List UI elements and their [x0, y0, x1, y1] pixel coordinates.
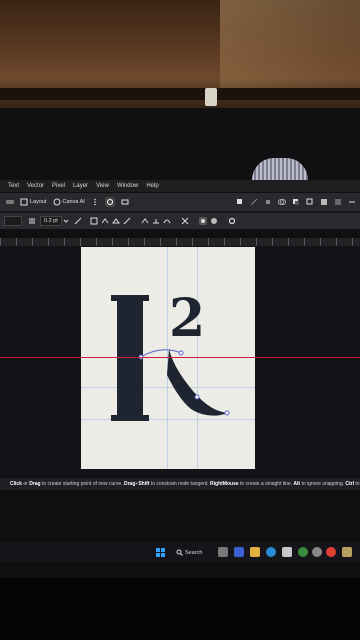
insert-button[interactable]	[264, 198, 272, 206]
canva-ai-label: Canva AI	[62, 199, 85, 205]
polygon-mode-icon[interactable]	[111, 217, 120, 225]
menu-item-text[interactable]: Text	[8, 183, 19, 189]
persona-icon	[6, 200, 14, 204]
store-icon[interactable]	[282, 547, 292, 557]
status-text-part: to constrain node tangent.	[149, 481, 211, 487]
app-icon[interactable]	[298, 547, 308, 557]
fill-swatch[interactable]	[4, 216, 22, 226]
status-text-part: to create starting point of new curve.	[40, 481, 124, 487]
boolean-add-button[interactable]	[278, 198, 286, 206]
menu-item-window[interactable]: Window	[117, 183, 138, 189]
share-icon	[121, 199, 129, 205]
canva-ai-icon	[53, 198, 61, 206]
layout-label: Layout	[30, 199, 47, 205]
main-toolbar: Layout Canva AI	[0, 193, 360, 211]
share-button[interactable]	[121, 198, 129, 206]
status-text-part: Drag	[29, 481, 41, 487]
transform-icon	[250, 198, 258, 206]
wall-device	[205, 88, 217, 106]
align-icon	[335, 199, 341, 205]
pen-mode-icon[interactable]	[90, 217, 98, 225]
superscript-two[interactable]: 2	[169, 293, 205, 345]
layout-icon	[20, 198, 28, 206]
chevron-down-icon[interactable]	[62, 217, 70, 225]
status-text-part: Ctrl	[345, 481, 355, 487]
artboard[interactable]: 2	[81, 247, 255, 469]
stroke-lines-icon	[29, 218, 35, 224]
menu-item-vector[interactable]: Vector	[27, 183, 44, 189]
shelf	[0, 88, 360, 100]
status-text-part: to create a straight line.	[238, 481, 294, 487]
canva-ai-button[interactable]: Canva AI	[53, 198, 85, 206]
pen-style-icon[interactable]	[74, 217, 82, 225]
horizontal-guide[interactable]	[0, 357, 360, 358]
menu-item-help[interactable]: Help	[146, 183, 158, 189]
boolean-divide-button[interactable]	[320, 198, 328, 206]
more-menu-button[interactable]	[91, 198, 99, 206]
status-text-part: to ignore snapping.	[300, 481, 346, 487]
arrange-icon	[237, 199, 242, 204]
snapping-icon[interactable]	[198, 217, 207, 225]
transform-button[interactable]	[250, 198, 258, 206]
search-icon	[176, 549, 183, 556]
wall-light	[220, 0, 360, 90]
more-vertical-icon	[94, 198, 96, 206]
chat-app-icon[interactable]	[234, 547, 244, 557]
horizontal-ruler[interactable]	[0, 238, 360, 246]
chrome-icon[interactable]	[326, 547, 336, 557]
layout-button[interactable]: Layout	[20, 198, 47, 206]
sharp-node-icon[interactable]	[141, 217, 149, 225]
stroke-width-field[interactable]: 0.2 pt	[40, 216, 62, 226]
status-text-part: to sna	[355, 481, 360, 487]
menu-item-view[interactable]: View	[96, 183, 109, 189]
app-icon[interactable]	[312, 547, 322, 557]
smart-node-icon[interactable]	[163, 217, 171, 225]
status-text-part: Click	[10, 481, 22, 487]
snapping-options-icon[interactable]	[210, 217, 218, 225]
status-text-part: Shift	[138, 481, 150, 487]
menu-item-pixel[interactable]: Pixel	[52, 183, 65, 189]
persona-button[interactable]	[6, 198, 14, 206]
context-toolbar: 0.2 pt	[0, 212, 360, 229]
windows-start-icon[interactable]	[156, 548, 165, 557]
menu-item-layer[interactable]: Layer	[73, 183, 88, 189]
menu-bar: Text Vector Pixel Layer View Window Help	[0, 180, 360, 192]
smart-mode-icon[interactable]	[101, 217, 109, 225]
smooth-node-icon[interactable]	[152, 217, 160, 225]
task-view-icon[interactable]	[218, 547, 228, 557]
boolean-subtract-icon	[293, 199, 299, 205]
status-text-part: Drag	[123, 481, 136, 487]
taskbar-search[interactable]: Search	[176, 547, 202, 558]
boolean-intersect-button[interactable]	[306, 198, 314, 206]
line-mode-icon[interactable]	[123, 217, 131, 225]
panel-toggle-button[interactable]	[348, 198, 356, 206]
app-icon[interactable]	[342, 547, 352, 557]
boolean-divide-icon	[321, 199, 327, 205]
align-button[interactable]	[334, 198, 342, 206]
sync-icon	[106, 199, 113, 205]
panel-toggle-icon	[349, 201, 355, 203]
sync-button[interactable]	[104, 197, 115, 207]
boolean-intersect-icon	[306, 198, 313, 205]
status-bar: Click or Drag to create starting point o…	[0, 478, 360, 490]
status-text-part: RightMouse	[210, 481, 239, 487]
file-explorer-icon[interactable]	[250, 547, 260, 557]
break-curve-icon[interactable]	[181, 217, 189, 225]
search-label: Search	[185, 549, 203, 556]
settings-icon[interactable]	[228, 217, 236, 225]
desk-surface	[0, 578, 360, 640]
arrange-button[interactable]	[236, 198, 244, 206]
edge-browser-icon[interactable]	[266, 547, 276, 557]
boolean-add-icon	[278, 199, 286, 205]
boolean-subtract-button[interactable]	[292, 198, 300, 206]
insert-icon	[266, 200, 270, 204]
